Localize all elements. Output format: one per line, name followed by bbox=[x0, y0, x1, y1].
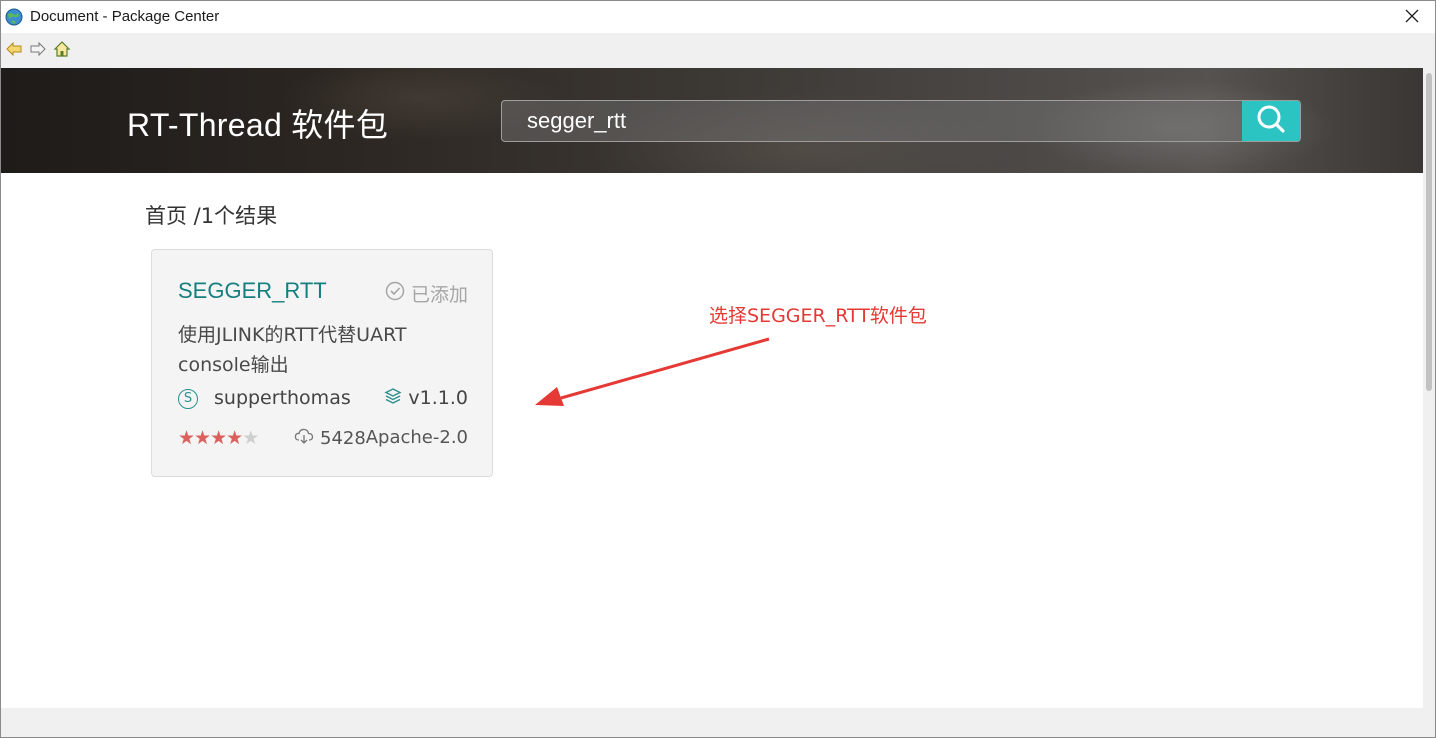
status-bar bbox=[1, 708, 1435, 737]
vertical-scrollbar[interactable] bbox=[1423, 68, 1435, 708]
annotation-arrow bbox=[535, 337, 770, 406]
scrollbar-thumb[interactable] bbox=[1426, 73, 1432, 391]
package-center-window: Document - Package Center RT-Thread 软件包 … bbox=[0, 0, 1436, 738]
